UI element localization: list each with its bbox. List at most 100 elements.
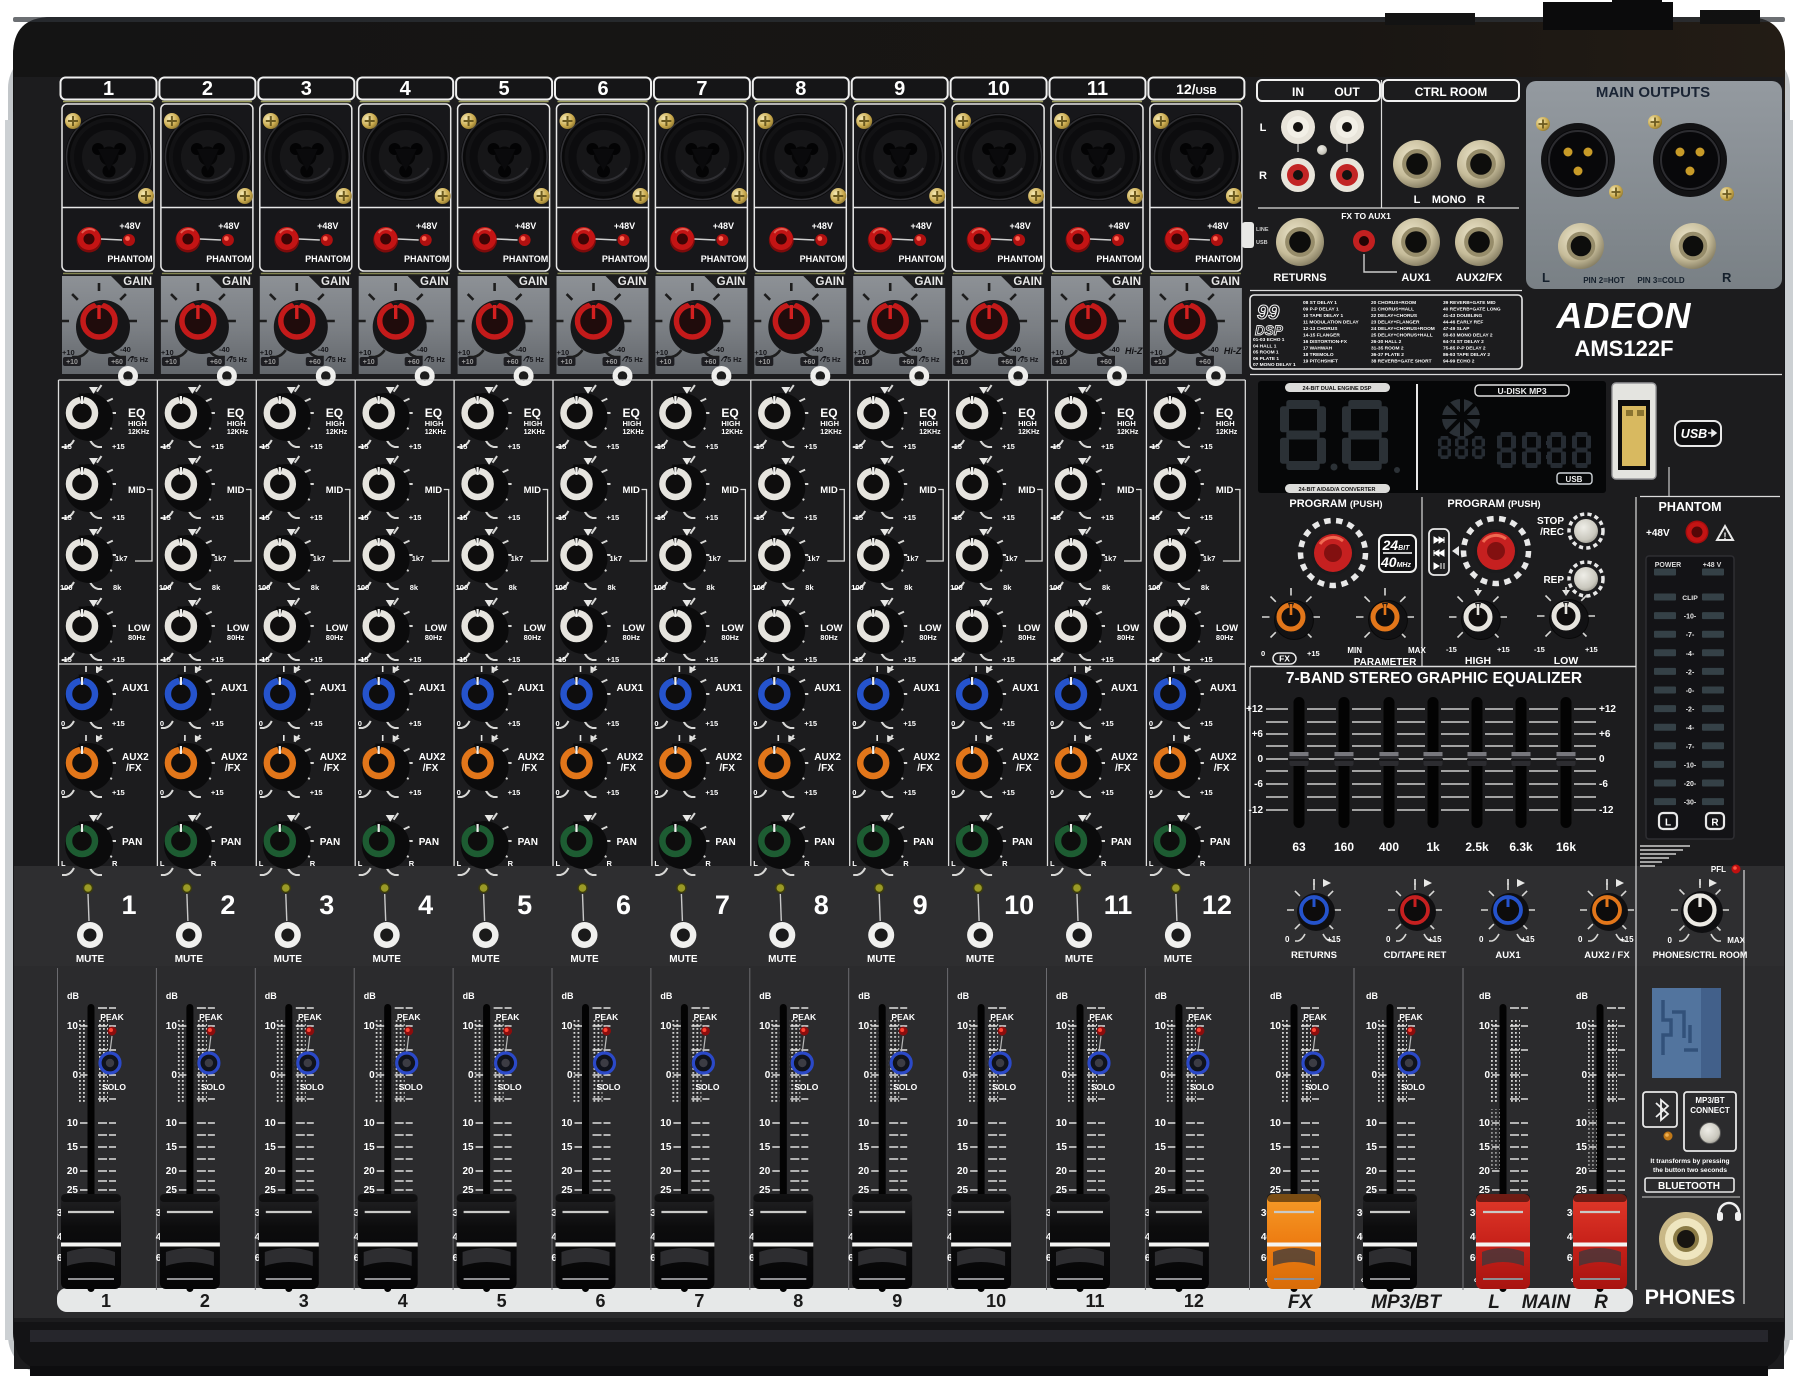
- svg-text:MAIN OUTPUTS: MAIN OUTPUTS: [1596, 84, 1710, 101]
- svg-text:86-93 TAPE DELAY 2: 86-93 TAPE DELAY 2: [1443, 352, 1490, 358]
- svg-text:16 DISTORTION-FX: 16 DISTORTION-FX: [1303, 339, 1348, 345]
- svg-text:25 DELAY+CHORUS+HALL: 25 DELAY+CHORUS+HALL: [1371, 333, 1433, 339]
- svg-text:9: 9: [892, 1291, 902, 1311]
- svg-text:75 Hz: 75 Hz: [1020, 357, 1039, 364]
- svg-text:1: 1: [101, 1291, 111, 1311]
- svg-text:-6: -6: [1599, 779, 1608, 790]
- svg-text:REP: REP: [1543, 575, 1564, 586]
- svg-text:PROGRAM (PUSH): PROGRAM (PUSH): [1289, 498, 1382, 510]
- svg-text:6.3k: 6.3k: [1509, 840, 1533, 854]
- svg-text:R: R: [1259, 170, 1267, 182]
- svg-text:FX: FX: [1279, 654, 1290, 664]
- svg-text:CONNECT: CONNECT: [1690, 1106, 1730, 1115]
- svg-text:L: L: [1414, 194, 1421, 206]
- svg-text:08 ST DELAY 1: 08 ST DELAY 1: [1303, 300, 1337, 306]
- svg-text:160: 160: [1334, 840, 1354, 854]
- svg-text:01-03 ECHO 1: 01-03 ECHO 1: [1253, 337, 1285, 343]
- svg-text:-12: -12: [1599, 805, 1614, 816]
- svg-text:3: 3: [299, 1291, 309, 1311]
- svg-text:+15: +15: [1327, 935, 1341, 944]
- svg-text:-7-: -7-: [1686, 744, 1695, 751]
- svg-text:09 P-P DELAY 1: 09 P-P DELAY 1: [1303, 307, 1339, 313]
- svg-text:-0-: -0-: [1686, 688, 1695, 695]
- svg-text:AMS122F: AMS122F: [1574, 336, 1673, 361]
- svg-text:11: 11: [1087, 78, 1108, 100]
- svg-text:50-63 MONO DELAY 2: 50-63 MONO DELAY 2: [1443, 333, 1493, 339]
- svg-text:MAIN: MAIN: [1522, 1292, 1572, 1313]
- svg-text:3: 3: [301, 78, 312, 100]
- svg-text:14-15 FLANGER: 14-15 FLANGER: [1303, 333, 1340, 339]
- svg-text:MONO: MONO: [1432, 194, 1467, 206]
- svg-text:U-DISK MP3: U-DISK MP3: [1497, 386, 1546, 396]
- svg-text:OUT: OUT: [1334, 85, 1360, 99]
- svg-text:8: 8: [795, 78, 806, 100]
- svg-text:2.5k: 2.5k: [1465, 840, 1489, 854]
- svg-text:BLUETOOTH: BLUETOOTH: [1658, 1181, 1720, 1192]
- svg-text:2: 2: [220, 890, 235, 920]
- svg-text:HIGH: HIGH: [1465, 655, 1491, 667]
- svg-text:L: L: [1260, 122, 1267, 134]
- svg-text:AUX2/FX: AUX2/FX: [1456, 272, 1503, 284]
- svg-text:16k: 16k: [1556, 840, 1576, 854]
- svg-text:LINE: LINE: [1256, 227, 1269, 233]
- svg-text:0: 0: [1479, 935, 1484, 944]
- svg-text:40 REVERB+GATE LONG: 40 REVERB+GATE LONG: [1443, 307, 1501, 313]
- svg-text:MIN: MIN: [1347, 646, 1362, 655]
- svg-text:+6: +6: [1252, 729, 1264, 740]
- svg-text:75 Hz: 75 Hz: [229, 357, 248, 364]
- svg-text:-7-: -7-: [1686, 632, 1695, 639]
- svg-text:11: 11: [1085, 1291, 1104, 1311]
- svg-text:R: R: [1722, 270, 1732, 285]
- svg-text:1: 1: [103, 78, 114, 100]
- svg-text:Hi-Z: Hi-Z: [1224, 346, 1242, 356]
- svg-text:IN: IN: [1292, 85, 1304, 99]
- svg-text:17 WAHWAH: 17 WAHWAH: [1303, 346, 1333, 352]
- svg-text:0: 0: [1261, 649, 1265, 658]
- svg-text:-4-: -4-: [1686, 651, 1695, 658]
- svg-text:4: 4: [398, 1291, 408, 1311]
- svg-text:12: 12: [1202, 890, 1232, 920]
- svg-text:75 Hz: 75 Hz: [328, 357, 347, 364]
- svg-text:21 CHORUS+HALL: 21 CHORUS+HALL: [1371, 307, 1414, 313]
- svg-text:PIN 3=COLD: PIN 3=COLD: [1637, 276, 1685, 285]
- svg-text:USB: USB: [1681, 427, 1707, 441]
- svg-text:0: 0: [1668, 936, 1673, 945]
- svg-text:04 HALL 1: 04 HALL 1: [1253, 343, 1277, 349]
- svg-text:99: 99: [1257, 302, 1280, 324]
- svg-text:10 TAPE DELAY 1: 10 TAPE DELAY 1: [1303, 313, 1344, 319]
- svg-text:L: L: [1665, 818, 1671, 829]
- svg-text:6: 6: [616, 890, 631, 920]
- svg-text:AUX2 / FX: AUX2 / FX: [1584, 950, 1630, 961]
- svg-text:MP3/BT: MP3/BT: [1695, 1096, 1724, 1105]
- svg-text:0: 0: [1599, 754, 1605, 765]
- svg-text:75 Hz: 75 Hz: [526, 357, 545, 364]
- svg-text:400: 400: [1379, 840, 1399, 854]
- svg-text:06 PLATE 1: 06 PLATE 1: [1253, 356, 1279, 362]
- svg-text:75 Hz: 75 Hz: [921, 357, 940, 364]
- svg-text:+15: +15: [1585, 645, 1598, 654]
- svg-text:DSP: DSP: [1255, 323, 1284, 338]
- svg-text:PHANTOM: PHANTOM: [1659, 500, 1722, 514]
- svg-text:6: 6: [597, 78, 608, 100]
- svg-text:-10-: -10-: [1684, 762, 1697, 769]
- svg-text:41-43 DOUBLING: 41-43 DOUBLING: [1443, 313, 1482, 319]
- svg-text:USB: USB: [1256, 240, 1268, 246]
- svg-text:AUX1: AUX1: [1495, 950, 1521, 961]
- svg-text:23 DELAY+FLANGER: 23 DELAY+FLANGER: [1371, 320, 1420, 326]
- svg-text:10: 10: [987, 78, 1009, 100]
- svg-text:L: L: [1488, 1292, 1500, 1313]
- svg-text:1k: 1k: [1426, 840, 1440, 854]
- svg-text:31-35 ROOM 2: 31-35 ROOM 2: [1371, 346, 1404, 352]
- svg-text:24 DELAY+CHORUS+ROOM: 24 DELAY+CHORUS+ROOM: [1371, 326, 1435, 332]
- svg-text:-4-: -4-: [1686, 725, 1695, 732]
- svg-text:18 TREMOLO: 18 TREMOLO: [1303, 352, 1334, 358]
- svg-text:64-74 ST DELAY 2: 64-74 ST DELAY 2: [1443, 339, 1484, 345]
- svg-text:MP3/BT: MP3/BT: [1371, 1292, 1442, 1313]
- svg-text:4: 4: [418, 890, 433, 920]
- svg-text:75 Hz: 75 Hz: [427, 357, 446, 364]
- svg-text:-30-: -30-: [1684, 800, 1697, 807]
- svg-text:+15: +15: [1521, 935, 1535, 944]
- svg-text:-6: -6: [1254, 779, 1263, 790]
- svg-text:CLIP: CLIP: [1682, 595, 1698, 602]
- svg-text:19 PITCHSHIFT: 19 PITCHSHIFT: [1303, 359, 1338, 365]
